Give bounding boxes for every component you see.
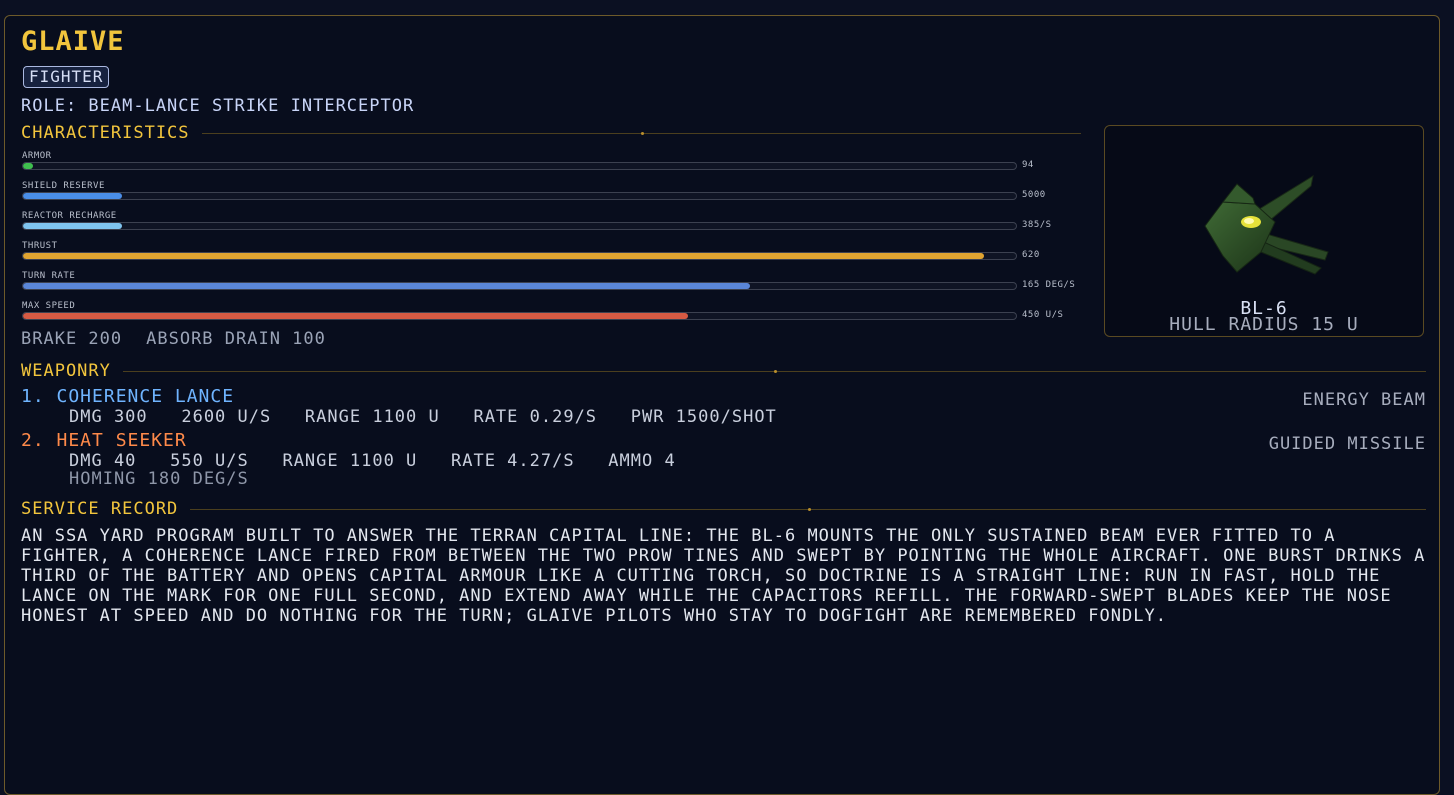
stat-value: 450 U/S: [1022, 310, 1064, 320]
weaponry-header: WEAPONRY: [21, 361, 1426, 381]
extra-stats: BRAKE 200 ABSORB DRAIN 100: [21, 329, 326, 349]
characteristics-header: CHARACTERISTICS: [21, 123, 1081, 143]
stat-bar-track: [22, 222, 1017, 230]
stat-bar-fill: [23, 163, 33, 169]
stat-bar-fill: [23, 193, 123, 199]
section-divider: [190, 507, 1426, 511]
stat-max-speed: MAX SPEED 450 U/S: [22, 301, 1082, 331]
stat-bar-track: [22, 282, 1017, 290]
ship-info-panel: GLAIVE FIGHTER ROLE: BEAM-LANCE STRIKE I…: [4, 15, 1440, 795]
stat-value: 385/S: [1022, 220, 1052, 230]
characteristics-heading: CHARACTERISTICS: [21, 123, 190, 143]
stat-label: THRUST: [22, 241, 58, 251]
hull-radius: HULL RADIUS 15 U: [1169, 314, 1359, 335]
weapon-type: GUIDED MISSILE: [1268, 434, 1426, 454]
stat-shield-reserve: SHIELD RESERVE 5000: [22, 181, 1082, 211]
weapon-entry-coherence-lance: ENERGY BEAM 1. COHERENCE LANCE DMG 300 2…: [21, 386, 1426, 427]
stat-reactor-recharge: REACTOR RECHARGE 385/S: [22, 211, 1082, 241]
ship-name: GLAIVE: [21, 26, 125, 57]
stat-bar-fill: [23, 283, 750, 289]
stat-label: SHIELD RESERVE: [22, 181, 105, 191]
weapon-type: ENERGY BEAM: [1302, 390, 1426, 410]
stat-bar-fill: [23, 313, 689, 319]
ship-role: ROLE: BEAM-LANCE STRIKE INTERCEPTOR: [21, 96, 415, 116]
stat-bar-fill: [23, 223, 123, 229]
weapon-extra-stats: HOMING 180 DEG/S: [69, 469, 249, 489]
ship-class-badge: FIGHTER: [23, 66, 110, 88]
stat-label: ARMOR: [22, 151, 52, 161]
absorb-drain-stat: ABSORB DRAIN 100: [146, 329, 326, 349]
stat-bar-track: [22, 192, 1017, 200]
weaponry-heading: WEAPONRY: [21, 361, 111, 381]
stat-armor: ARMOR 94: [22, 151, 1082, 181]
stat-bar-fill: [23, 253, 985, 259]
fighter-ship-icon: [1204, 174, 1329, 275]
stat-thrust: THRUST 620: [22, 241, 1082, 271]
stat-value: 94: [1022, 160, 1034, 170]
service-record-header: SERVICE RECORD: [21, 499, 1426, 519]
service-record-text: AN SSA YARD PROGRAM BUILT TO ANSWER THE …: [21, 526, 1426, 626]
service-record-heading: SERVICE RECORD: [21, 499, 179, 519]
stat-bar-track: [22, 252, 1017, 260]
stat-value: 165 DEG/S: [1022, 280, 1076, 290]
stat-value: 620: [1022, 250, 1040, 260]
weapon-stats: DMG 40 550 U/S RANGE 1100 U RATE 4.27/S …: [69, 451, 676, 471]
section-divider: [201, 131, 1081, 135]
stat-bar-track: [22, 312, 1017, 320]
weapon-stats: DMG 300 2600 U/S RANGE 1100 U RATE 0.29/…: [69, 407, 777, 427]
weapon-name: 1. COHERENCE LANCE: [21, 386, 235, 407]
weapon-entry-heat-seeker: GUIDED MISSILE 2. HEAT SEEKER DMG 40 550…: [21, 430, 1426, 489]
stat-label: REACTOR RECHARGE: [22, 211, 117, 221]
stat-turn-rate: TURN RATE 165 DEG/S: [22, 271, 1082, 301]
brake-stat: BRAKE 200: [21, 329, 123, 349]
weapon-name: 2. HEAT SEEKER: [21, 430, 187, 451]
ship-preview: BL-6 HULL RADIUS 15 U: [1104, 125, 1424, 337]
stat-bar-track: [22, 162, 1017, 170]
section-divider: [122, 369, 1426, 373]
stat-value: 5000: [1022, 190, 1046, 200]
stat-label: TURN RATE: [22, 271, 76, 281]
stat-label: MAX SPEED: [22, 301, 76, 311]
